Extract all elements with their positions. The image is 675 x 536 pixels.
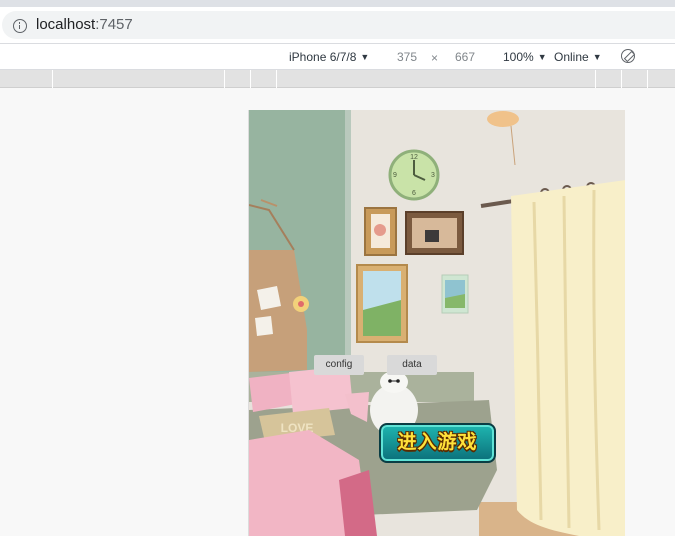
chevron-down-icon: ▼ [360,52,370,62]
game-canvas[interactable]: 12 3 6 9 LOVE config data 进入游戏 [248,110,625,536]
zoom-select[interactable]: 100% ▼ [503,50,547,64]
url-port: :7457 [95,16,133,33]
clock-numeral: 9 [393,172,397,179]
address-bar: localhost:7457 [0,7,675,43]
ruler-tick [250,70,251,88]
browser-tab-strip [0,0,675,7]
ruler-tick [621,70,622,88]
ruler-tick [647,70,648,88]
enter-game-button[interactable]: 进入游戏 [379,423,496,463]
pinned-photo [255,316,273,336]
pinned-photo [257,286,281,310]
width-input[interactable]: 375 [397,50,417,64]
url-text[interactable]: localhost:7457 [36,16,133,33]
wall-corner [345,110,351,380]
rotate-icon[interactable] [621,49,635,63]
ceiling-lamp [487,111,519,127]
device-toolbar: iPhone 6/7/8 ▼ 375 × 667 100% ▼ Online ▼ [0,43,675,70]
device-select[interactable]: iPhone 6/7/8 ▼ [289,50,369,64]
omnibox[interactable]: localhost:7457 [2,11,675,39]
dimension-separator: × [431,51,439,65]
clock-numeral: 3 [431,172,435,179]
ruler-tick [595,70,596,88]
height-input[interactable]: 667 [455,50,475,64]
clock-numeral: 6 [412,190,416,197]
url-host: localhost [36,16,96,33]
info-icon[interactable] [13,19,27,33]
chevron-down-icon: ▼ [592,52,602,62]
zoom-value: 100% [503,50,534,64]
bedroom-background: 12 3 6 9 LOVE [249,110,625,536]
network-select[interactable]: Online ▼ [554,50,602,64]
ruler-tick [276,70,277,88]
config-button[interactable]: config [314,355,364,375]
clock-numeral: 12 [410,154,418,161]
device-name: iPhone 6/7/8 [289,50,357,64]
data-button[interactable]: data [387,355,437,375]
ruler-tick [224,70,225,88]
chevron-down-icon: ▼ [537,52,547,62]
network-value: Online [554,50,589,64]
media-query-ruler[interactable] [0,70,675,88]
ruler-tick [52,70,53,88]
